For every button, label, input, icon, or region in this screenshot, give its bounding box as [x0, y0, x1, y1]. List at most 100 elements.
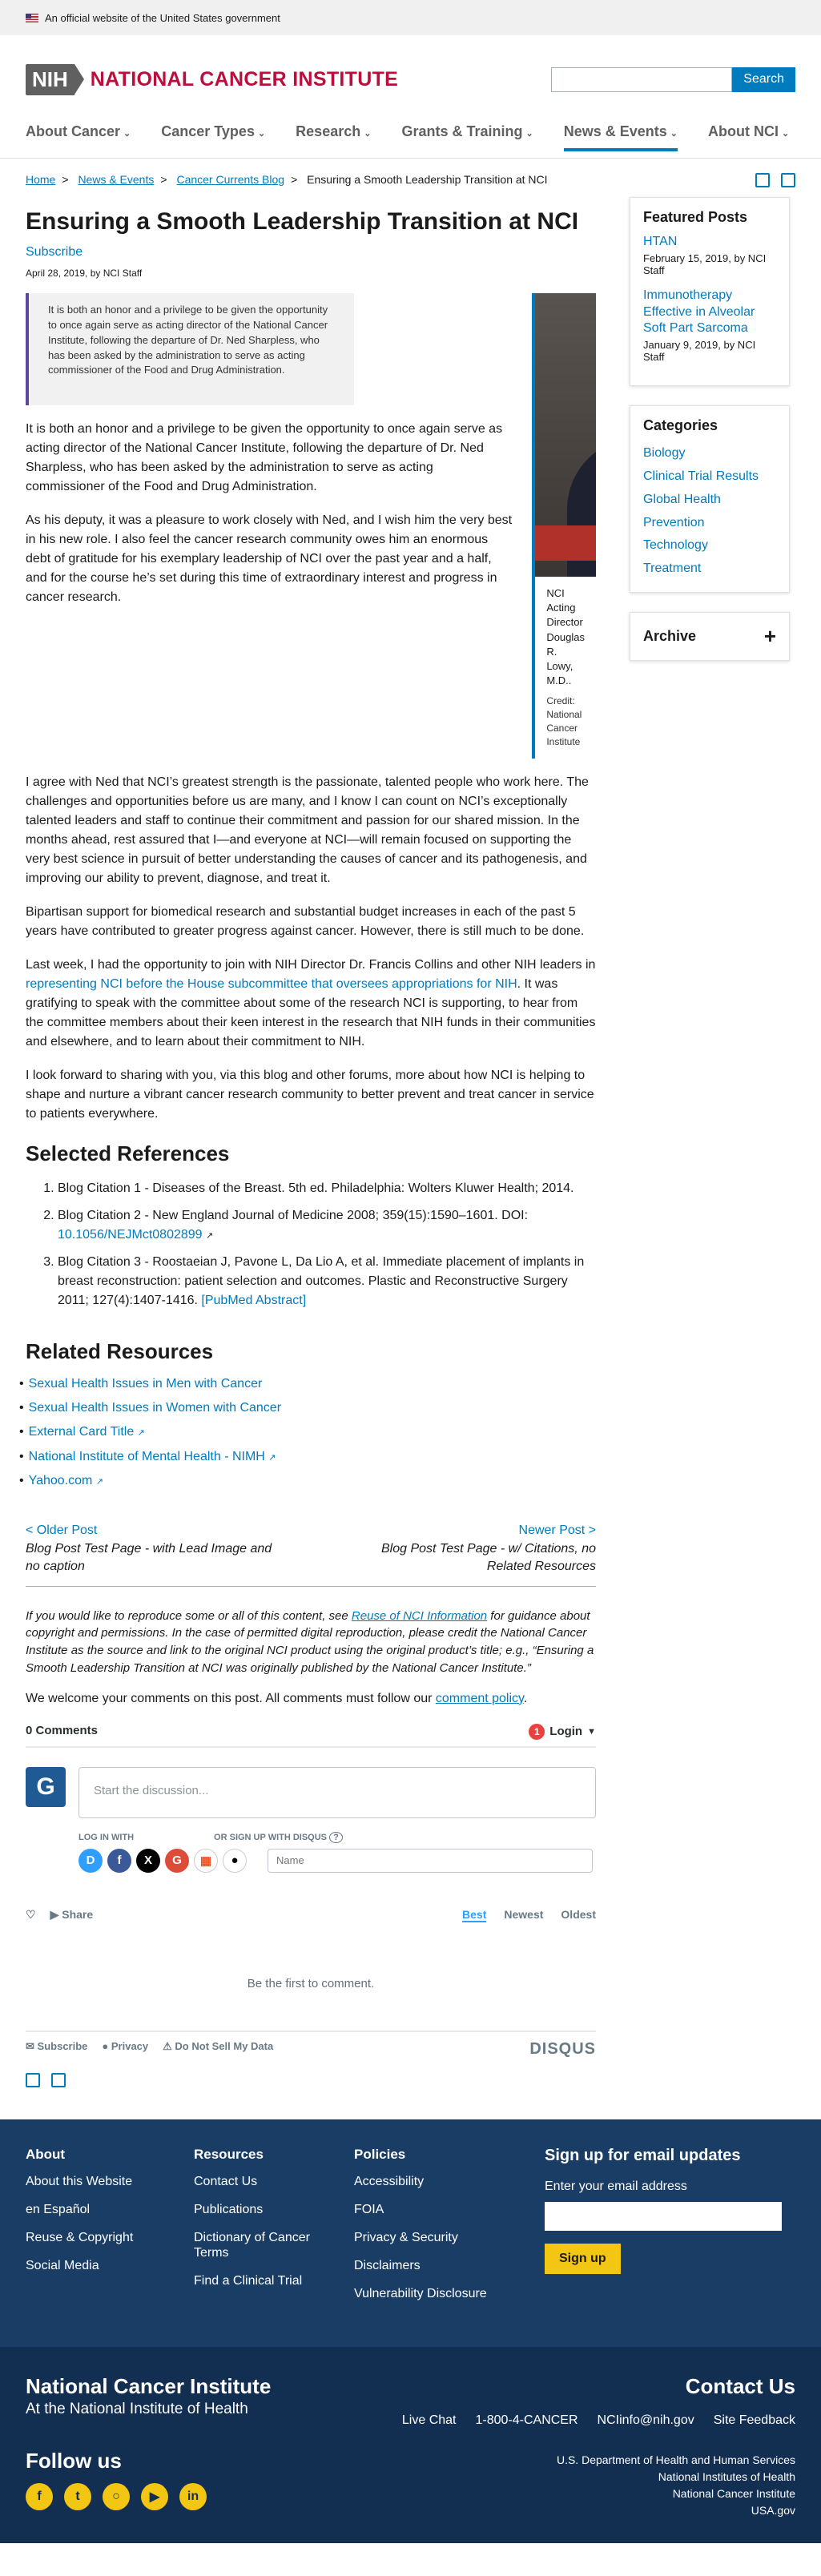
breadcrumb-news-events[interactable]: News & Events: [78, 173, 154, 186]
footer-link[interactable]: Reuse & Copyright: [26, 2230, 146, 2245]
footer-link[interactable]: Contact Us: [194, 2174, 322, 2189]
breadcrumb-blog[interactable]: Cancer Currents Blog: [176, 173, 284, 186]
nav-cancer-types[interactable]: Cancer Types ⌄: [161, 123, 265, 148]
footer-identity: National Cancer Institute At the Nationa…: [26, 2374, 271, 2428]
linkedin-icon[interactable]: in: [179, 2482, 207, 2510]
us-flag-icon: [26, 13, 38, 22]
pull-quote: It is both an honor and a privilege to b…: [26, 293, 354, 405]
name-field[interactable]: [268, 1848, 593, 1873]
nci-logo[interactable]: NIH NATIONAL CANCER INSTITUTE: [26, 63, 398, 95]
footer-link[interactable]: Social Media: [26, 2258, 146, 2273]
category-link[interactable]: Prevention: [643, 512, 776, 535]
nav-news-events[interactable]: News & Events ⌄: [563, 123, 678, 151]
footer-resources: Resources Contact Us Publications Dictio…: [194, 2147, 322, 2315]
apple-login-icon[interactable]: ●: [223, 1848, 247, 1873]
print-icon[interactable]: [755, 173, 770, 187]
microsoft-login-icon[interactable]: ▦: [194, 1848, 218, 1873]
warning-icon: ⚠: [163, 2039, 172, 2052]
contact-link[interactable]: Site Feedback: [714, 2413, 795, 2428]
footer-link[interactable]: Disclaimers: [354, 2258, 514, 2273]
reuse-link[interactable]: Reuse of NCI Information: [352, 1609, 487, 1623]
gov-link[interactable]: USA.gov: [557, 2502, 795, 2519]
category-link[interactable]: Technology: [643, 534, 776, 557]
print-icon[interactable]: [26, 2072, 40, 2087]
older-post[interactable]: < Older Post Blog Post Test Page - with …: [26, 1522, 282, 1576]
youtube-icon[interactable]: ▶: [141, 2482, 168, 2510]
site-search: Search: [551, 66, 795, 92]
house-subcommittee-link[interactable]: representing NCI before the House subcom…: [26, 977, 517, 991]
email-icon[interactable]: [781, 173, 795, 187]
reproduction-note: If you would like to reproduce some or a…: [26, 1608, 594, 1675]
footer-link[interactable]: Accessibility: [354, 2174, 514, 2189]
contact-link[interactable]: 1-800-4-CANCER: [475, 2413, 578, 2428]
gov-link[interactable]: National Institutes of Health: [557, 2469, 795, 2485]
disqus-privacy-link[interactable]: ● Privacy: [102, 2040, 148, 2059]
nav-grants-training[interactable]: Grants & Training ⌄: [401, 123, 533, 148]
search-input[interactable]: [551, 66, 733, 92]
heart-icon[interactable]: ♡: [26, 1908, 36, 1922]
footer-link[interactable]: FOIA: [354, 2202, 514, 2217]
email-signup: Sign up for email updates Enter your ema…: [545, 2147, 782, 2315]
facebook-icon[interactable]: f: [26, 2482, 53, 2510]
footer-link[interactable]: Vulnerability Disclosure: [354, 2286, 514, 2301]
related-item: Yahoo.com ↗: [26, 1469, 596, 1493]
footer-link[interactable]: Privacy & Security: [354, 2230, 514, 2245]
search-button[interactable]: Search: [732, 66, 795, 92]
comment-input[interactable]: Start the discussion...: [78, 1766, 596, 1818]
disqus-login[interactable]: 1 Login ▼: [529, 1723, 596, 1740]
pubmed-abstract-link[interactable]: [PubMed Abstract]: [201, 1294, 306, 1307]
email-icon[interactable]: [51, 2072, 66, 2087]
disqus-logo[interactable]: DISQUS: [529, 2040, 596, 2059]
sort-oldest[interactable]: Oldest: [561, 1908, 596, 1922]
email-field[interactable]: [545, 2201, 782, 2231]
help-icon[interactable]: ?: [329, 1831, 343, 1843]
footer-link[interactable]: Publications: [194, 2202, 322, 2217]
subscribe-link[interactable]: Subscribe: [26, 245, 596, 260]
chevron-down-icon: ⌄: [525, 129, 533, 139]
plus-icon: +: [763, 623, 776, 648]
main-nav: About Cancer ⌄ Cancer Types ⌄ Research ⌄ Gr…: [0, 123, 821, 159]
comment-policy-link[interactable]: comment policy: [436, 1692, 524, 1705]
envelope-icon: ✉: [26, 2039, 34, 2052]
newer-post[interactable]: Newer Post > Blog Post Test Page - w/ Ci…: [340, 1522, 596, 1576]
contact-link[interactable]: NCIinfo@nih.gov: [598, 2413, 694, 2428]
category-link[interactable]: Treatment: [643, 557, 776, 581]
google-login-icon[interactable]: G: [165, 1848, 189, 1873]
category-link[interactable]: Global Health: [643, 489, 776, 512]
nav-research[interactable]: Research ⌄: [296, 123, 371, 148]
disqus-subscribe-link[interactable]: ✉ Subscribe: [26, 2040, 87, 2059]
sidebar: Featured Posts HTAN February 15, 2019, b…: [630, 187, 790, 2087]
breadcrumb-home[interactable]: Home: [26, 173, 55, 186]
x-login-icon[interactable]: X: [136, 1848, 160, 1873]
newer-post-link[interactable]: Newer Post >: [340, 1522, 596, 1540]
disqus-login-icon[interactable]: D: [78, 1848, 103, 1873]
share-button[interactable]: ▶ Share: [50, 1908, 94, 1922]
footer-link[interactable]: Find a Clinical Trial: [194, 2273, 322, 2288]
footer-bottom: National Cancer Institute At the Nationa…: [0, 2346, 821, 2543]
older-post-link[interactable]: < Older Post: [26, 1522, 282, 1540]
archive-toggle[interactable]: Archive +: [630, 611, 790, 661]
gov-link[interactable]: National Cancer Institute: [557, 2485, 795, 2502]
doi-link[interactable]: 10.1056/NEJMct0802899: [58, 1228, 203, 1242]
signup-button[interactable]: Sign up: [545, 2243, 621, 2274]
gov-banner: An official website of the United States…: [0, 0, 821, 35]
nav-about-cancer[interactable]: About Cancer ⌄: [26, 123, 131, 148]
nav-about-nci[interactable]: About NCI ⌄: [708, 123, 789, 148]
twitter-icon[interactable]: t: [64, 2482, 91, 2510]
footer-link[interactable]: Dictionary of Cancer Terms: [194, 2230, 322, 2260]
paragraph-5: Last week, I had the opportunity to join…: [26, 957, 596, 1049]
category-link[interactable]: Biology: [643, 442, 776, 465]
sort-best[interactable]: Best: [462, 1908, 487, 1922]
footer-link[interactable]: About this Website: [26, 2174, 146, 2189]
contact-link[interactable]: Live Chat: [402, 2413, 457, 2428]
newer-post-title: Blog Post Test Page - w/ Citations, no R…: [381, 1541, 596, 1574]
do-not-sell-link[interactable]: ⚠ Do Not Sell My Data: [163, 2040, 273, 2059]
instagram-icon[interactable]: ○: [103, 2482, 130, 2510]
disqus-thread: 0 Comments 1 Login ▼ G Start the discussio…: [26, 1723, 596, 2059]
footer-link[interactable]: en Español: [26, 2202, 146, 2217]
facebook-login-icon[interactable]: f: [107, 1848, 131, 1873]
sort-newest[interactable]: Newest: [504, 1908, 543, 1922]
category-link[interactable]: Clinical Trial Results: [643, 465, 776, 489]
references-heading: Selected References: [26, 1141, 230, 1165]
gov-link[interactable]: U.S. Department of Health and Human Serv…: [557, 2452, 795, 2469]
